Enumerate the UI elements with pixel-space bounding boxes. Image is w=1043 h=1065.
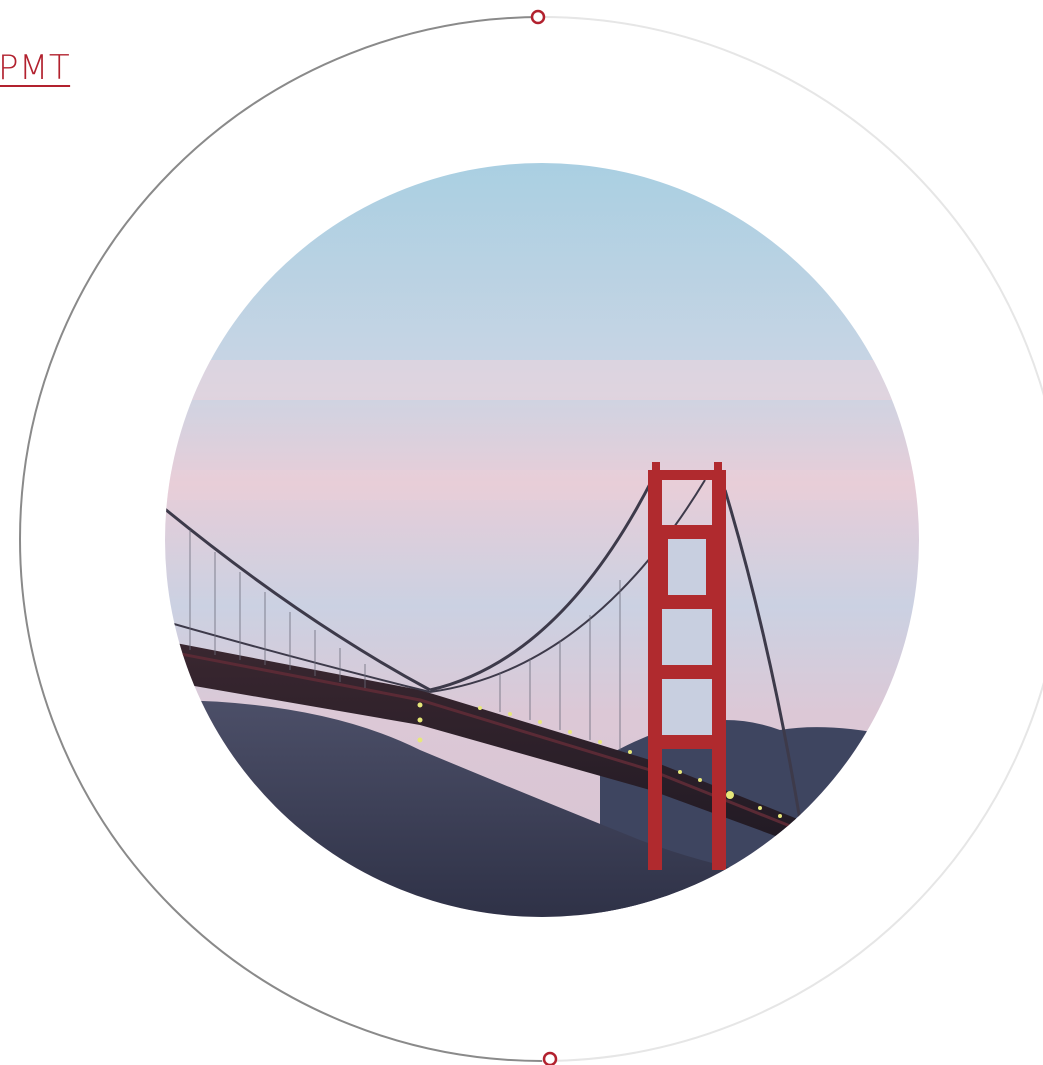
bridge-photo [165, 163, 919, 917]
hero-ring-graphic [19, 9, 1043, 1065]
ring-dot-icon-top[interactable] [530, 9, 546, 25]
ring-dot-icon-bottom[interactable] [542, 1051, 558, 1065]
